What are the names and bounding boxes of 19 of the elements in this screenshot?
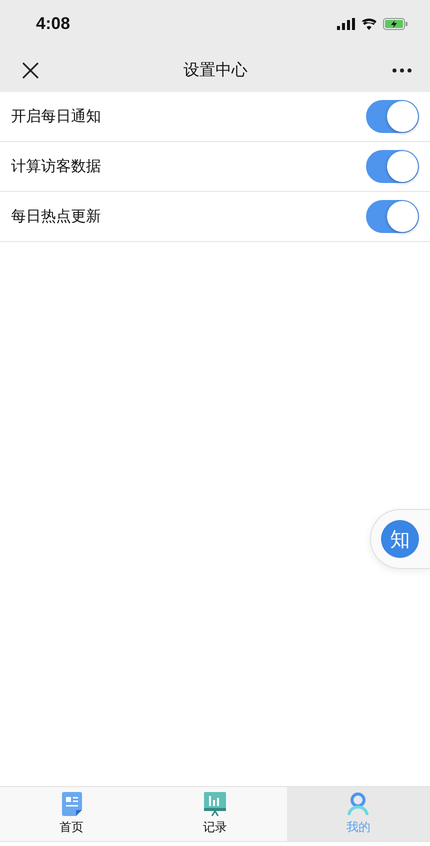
- more-icon[interactable]: [392, 68, 412, 72]
- tab-bar-item[interactable]: 首页: [0, 787, 144, 841]
- signal-icon: [337, 18, 355, 30]
- toggle-switch[interactable]: [366, 150, 419, 183]
- close-icon[interactable]: [22, 62, 39, 78]
- toggle-switch[interactable]: [366, 100, 419, 133]
- wifi-icon: [361, 18, 377, 30]
- setting-label: 开启每日通知: [11, 107, 101, 126]
- floating-button[interactable]: 知: [381, 520, 419, 558]
- setting-label: 计算访客数据: [11, 157, 101, 176]
- status-time: 4:08: [36, 14, 70, 34]
- tab-bar-item[interactable]: 记录: [143, 787, 287, 841]
- person-icon: [347, 792, 370, 816]
- page-title: 设置中心: [184, 60, 248, 80]
- toggle-switch[interactable]: [366, 200, 419, 233]
- setting-label: 每日热点更新: [11, 207, 101, 226]
- chart-board-icon: [204, 792, 226, 816]
- battery-icon: [383, 18, 408, 30]
- document-icon: [62, 792, 82, 816]
